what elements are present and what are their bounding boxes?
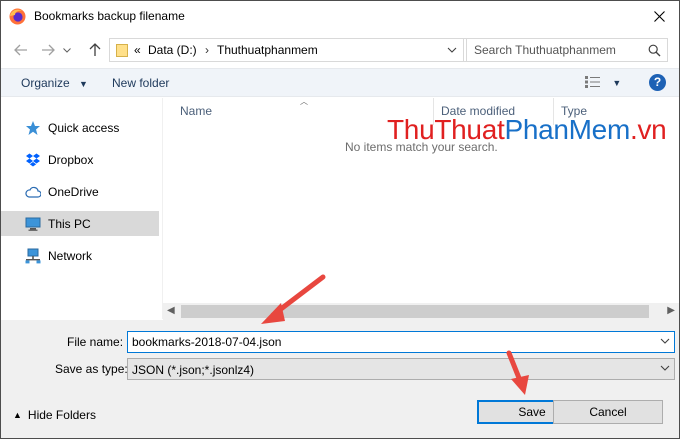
folder-icon (116, 44, 128, 57)
caret-down-icon: ▼ (612, 78, 622, 88)
chevron-up-icon: ▲ (13, 410, 22, 420)
close-icon (653, 10, 665, 22)
cloud-icon (25, 186, 41, 198)
search-box[interactable]: Search Thuthuatphanmem (466, 38, 668, 62)
sidebar-item-dropbox[interactable]: Dropbox (1, 147, 159, 172)
save-dialog: Bookmarks backup filename « Data (D:) › (0, 0, 680, 439)
address-overflow[interactable]: « (134, 43, 141, 57)
computer-icon (25, 217, 41, 231)
chevron-down-icon (660, 365, 670, 371)
breadcrumb-folder[interactable]: Thuthuatphanmem (217, 43, 318, 57)
watermark-part: .vn (629, 114, 667, 145)
column-header-name[interactable]: Name (180, 104, 212, 118)
sidebar-item-onedrive[interactable]: OneDrive (1, 179, 159, 204)
scroll-right-icon[interactable]: ▶ (667, 305, 675, 316)
watermark-part: PhanMem (504, 114, 630, 145)
command-bar: Organize ▼ New folder ▼ ? (1, 68, 679, 97)
sidebar-item-label: Dropbox (48, 153, 94, 167)
hide-folders-button[interactable]: ▲ Hide Folders (13, 408, 96, 422)
save-as-type-value: JSON (*.json;*.jsonlz4) (132, 363, 255, 377)
file-name-input[interactable] (132, 334, 632, 350)
back-button[interactable] (12, 41, 30, 59)
sidebar-item-network[interactable]: Network (1, 243, 159, 268)
file-name-field[interactable] (127, 331, 675, 353)
horizontal-scrollbar[interactable]: ◀ ▶ (163, 303, 679, 320)
help-button[interactable]: ? (649, 74, 666, 91)
organize-button[interactable]: Organize ▼ (21, 76, 88, 90)
annotation-arrow-icon (261, 274, 326, 324)
cancel-button[interactable]: Cancel (553, 400, 663, 424)
sort-ascending-icon: ︿ (300, 97, 308, 106)
star-icon (26, 121, 40, 135)
breadcrumb-drive[interactable]: Data (D:) (148, 43, 197, 57)
watermark: ThuThuatPhanMem.vn (387, 114, 667, 146)
sidebar-item-label: This PC (48, 217, 91, 231)
sidebar-item-quick-access[interactable]: Quick access (1, 115, 159, 140)
arrow-left-icon (14, 44, 27, 56)
chevron-down-icon[interactable] (660, 336, 670, 346)
arrow-right-icon (42, 44, 55, 56)
organize-label: Organize (21, 76, 70, 90)
sidebar-item-this-pc[interactable]: This PC (1, 211, 159, 236)
save-as-type-select[interactable]: JSON (*.json;*.jsonlz4) (127, 358, 675, 380)
close-button[interactable] (645, 4, 673, 28)
save-form: File name: Save as type: JSON (*.json;*.… (1, 320, 679, 438)
chevron-down-icon (63, 47, 71, 53)
file-list[interactable]: ︿ Name Date modified Type No items match… (163, 97, 679, 319)
search-icon (648, 44, 661, 57)
forward-button[interactable] (39, 41, 57, 59)
annotation-arrow-icon (506, 350, 529, 395)
address-row: « Data (D:) › Thuthuatphanmem Search Thu… (1, 32, 679, 68)
search-placeholder[interactable]: Search Thuthuatphanmem (474, 43, 616, 57)
firefox-icon (9, 8, 26, 25)
window-title: Bookmarks backup filename (34, 9, 185, 23)
sidebar-item-label: Network (48, 249, 93, 263)
network-icon (25, 248, 41, 264)
caret-down-icon: ▼ (79, 79, 88, 89)
address-bar[interactable]: « Data (D:) › Thuthuatphanmem (109, 38, 464, 62)
recent-locations-button[interactable] (61, 41, 73, 59)
file-name-label: File name: (67, 335, 124, 349)
sidebar-item-label: OneDrive (48, 185, 99, 199)
watermark-part: ThuThuat (387, 114, 505, 145)
details-view-icon (585, 76, 600, 88)
up-button[interactable] (86, 41, 104, 59)
hide-folders-label: Hide Folders (27, 408, 96, 422)
dropbox-icon (26, 153, 40, 167)
sidebar-item-label: Quick access (48, 121, 120, 135)
navigation-pane: Quick access Dropbox OneDrive This PC Ne… (1, 98, 161, 319)
scroll-left-icon[interactable]: ◀ (167, 305, 175, 316)
chevron-down-icon[interactable] (447, 45, 457, 55)
arrow-up-icon (89, 43, 101, 56)
new-folder-button[interactable]: New folder (112, 76, 169, 90)
save-as-type-label: Save as type: (55, 362, 128, 376)
breadcrumb-separator: › (205, 43, 209, 57)
view-options-button[interactable]: ▼ (585, 76, 621, 91)
title-bar: Bookmarks backup filename (1, 1, 679, 32)
